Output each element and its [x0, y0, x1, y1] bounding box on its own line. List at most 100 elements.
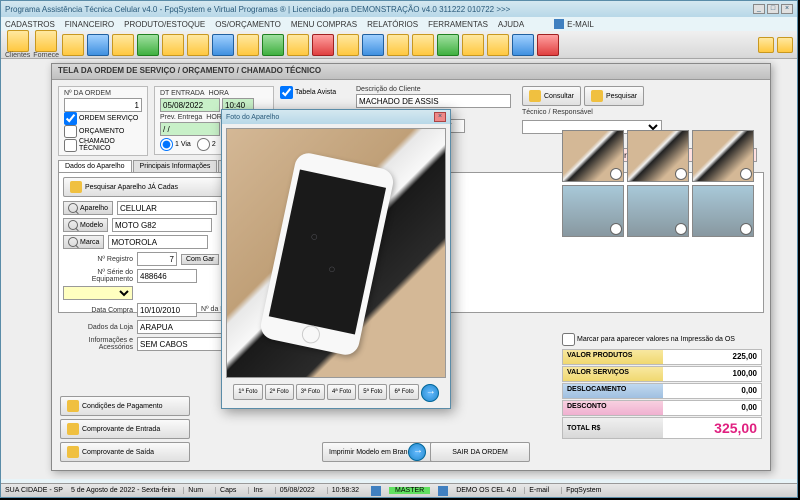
foto6-button[interactable]: 6ª Foto: [389, 384, 418, 400]
registro-input[interactable]: [137, 252, 177, 266]
foto4-button[interactable]: 4ª Foto: [327, 384, 356, 400]
total-desloc: 0,00: [663, 384, 761, 398]
toolbar-icon-8[interactable]: [187, 34, 209, 56]
maximize-button[interactable]: □: [767, 4, 779, 14]
toolbar-icon-7[interactable]: [162, 34, 184, 56]
via2-radio[interactable]: [197, 138, 210, 151]
toolbar-help-icon[interactable]: [758, 37, 774, 53]
menubar: CADASTROS FINANCEIRO PRODUTO/ESTOQUE OS/…: [1, 17, 797, 31]
menu-produto[interactable]: PRODUTO/ESTOQUE: [124, 20, 205, 29]
prev-entrega-input[interactable]: [160, 122, 220, 136]
menu-email[interactable]: E-MAIL: [554, 19, 594, 29]
menu-compras[interactable]: MENU COMPRAS: [291, 20, 357, 29]
sair-button[interactable]: SAIR DA ORDEM: [430, 442, 530, 462]
comp-entrada-button[interactable]: Comprovante de Entrada: [60, 419, 190, 439]
photo-popup: Foto do Aparelho × 1ª Foto 2ª Foto 3ª Fo…: [221, 109, 451, 409]
tab-dados-aparelho[interactable]: Dados do Aparelho: [58, 160, 132, 172]
thumb-6[interactable]: [692, 185, 754, 237]
status-email[interactable]: E-mail: [524, 487, 553, 494]
printer-icon: [67, 423, 79, 435]
phone-image: [258, 151, 395, 358]
menu-ferramentas[interactable]: FERRAMENTAS: [428, 20, 488, 29]
toolbar-icon-6[interactable]: [137, 34, 159, 56]
chk-print-values[interactable]: [562, 333, 575, 346]
person-icon: [529, 90, 541, 102]
via1-radio[interactable]: [160, 138, 173, 151]
chk-chamado[interactable]: [64, 139, 77, 152]
foto2-button[interactable]: 2ª Foto: [265, 384, 294, 400]
cond-pagamento-button[interactable]: Condições de Pagamento: [60, 396, 190, 416]
toolbar-icon-11[interactable]: [262, 34, 284, 56]
consultar-button[interactable]: Consultar: [522, 86, 581, 106]
toolbar-icon-16[interactable]: [387, 34, 409, 56]
cor-select[interactable]: [63, 286, 133, 300]
modelo-zoom[interactable]: Modelo: [63, 218, 108, 232]
toolbar-icon-13[interactable]: [312, 34, 334, 56]
photo-next-button[interactable]: [421, 384, 439, 402]
next-arrow-button[interactable]: [408, 443, 426, 461]
menu-financeiro[interactable]: FINANCEIRO: [65, 20, 114, 29]
toolbar-icon-19[interactable]: [462, 34, 484, 56]
toolbar-icon-15[interactable]: [362, 34, 384, 56]
marca-input[interactable]: [108, 235, 208, 249]
menu-ajuda[interactable]: AJUDA: [498, 20, 524, 29]
status-fpq[interactable]: FpqSystem: [561, 487, 605, 494]
totals-panel: Marcar para aparecer valores na Impressã…: [562, 333, 762, 440]
titlebar: Programa Assistência Técnica Celular v4.…: [1, 1, 797, 17]
toolbar-fornece-icon[interactable]: [35, 30, 57, 52]
foto5-button[interactable]: 5ª Foto: [358, 384, 387, 400]
status-time: 10:58:32: [327, 487, 363, 494]
order-no-input[interactable]: [64, 98, 142, 112]
marca-zoom[interactable]: Marca: [63, 235, 104, 249]
thumb-1[interactable]: [562, 130, 624, 182]
photo-popup-title: Foto do Aparelho ×: [222, 110, 450, 124]
status-demo: DEMO OS CEL 4.0: [456, 487, 516, 494]
status-city: SUA CIDADE - SP: [5, 487, 63, 494]
foto1-button[interactable]: 1ª Foto: [233, 384, 262, 400]
minimize-button[interactable]: _: [753, 4, 765, 14]
status-user-icon: [371, 486, 381, 496]
close-button[interactable]: ×: [781, 4, 793, 14]
serie-input[interactable]: [137, 269, 197, 283]
toolbar-icon-5[interactable]: [112, 34, 134, 56]
tab-principais-info[interactable]: Principais Informações: [133, 160, 218, 172]
modelo-input[interactable]: [112, 218, 212, 232]
toolbar-icon-18[interactable]: [437, 34, 459, 56]
toolbar-clientes-icon[interactable]: [7, 30, 29, 52]
menu-orcamento[interactable]: OS/ORÇAMENTO: [215, 20, 281, 29]
menu-relatorios[interactable]: RELATÓRIOS: [367, 20, 418, 29]
dt-entrada-input[interactable]: [160, 98, 220, 112]
pesquisar-aparelho-button[interactable]: Pesquisar Aparelho JÁ Cadas: [63, 177, 243, 197]
com-gar-button[interactable]: Com Gar: [181, 254, 219, 265]
aparelho-input[interactable]: [117, 201, 217, 215]
menu-cadastros[interactable]: CADASTROS: [5, 20, 55, 29]
aparelho-zoom[interactable]: Aparelho: [63, 201, 113, 215]
toolbar-icon-22[interactable]: [537, 34, 559, 56]
toolbar-exit-icon[interactable]: [777, 37, 793, 53]
data-compra-input[interactable]: [137, 303, 197, 317]
toolbar-icon-10[interactable]: [237, 34, 259, 56]
thumb-2[interactable]: [627, 130, 689, 182]
photo-close-button[interactable]: ×: [434, 112, 446, 122]
toolbar-icon-21[interactable]: [512, 34, 534, 56]
toolbar-icon-3[interactable]: [62, 34, 84, 56]
comp-saida-button[interactable]: Comprovante de Saída: [60, 442, 190, 462]
cliente-input[interactable]: [356, 94, 511, 108]
toolbar-icon-14[interactable]: [337, 34, 359, 56]
thumb-5[interactable]: [627, 185, 689, 237]
toolbar-icon-17[interactable]: [412, 34, 434, 56]
toolbar-icon-4[interactable]: [87, 34, 109, 56]
status-ins: Ins: [248, 487, 266, 494]
toolbar-icon-9[interactable]: [212, 34, 234, 56]
foto3-button[interactable]: 3ª Foto: [296, 384, 325, 400]
toolbar-icon-12[interactable]: [287, 34, 309, 56]
chk-avista[interactable]: [280, 86, 293, 99]
pesquisar-button[interactable]: Pesquisar: [584, 86, 644, 106]
chk-orcamento[interactable]: [64, 125, 77, 138]
toolbar-right: [758, 37, 793, 53]
thumb-3[interactable]: [692, 130, 754, 182]
thumb-4[interactable]: [562, 185, 624, 237]
toolbar-icon-20[interactable]: [487, 34, 509, 56]
toolbar: Clientes Fornece: [1, 31, 797, 59]
chk-ordem[interactable]: [64, 112, 77, 125]
